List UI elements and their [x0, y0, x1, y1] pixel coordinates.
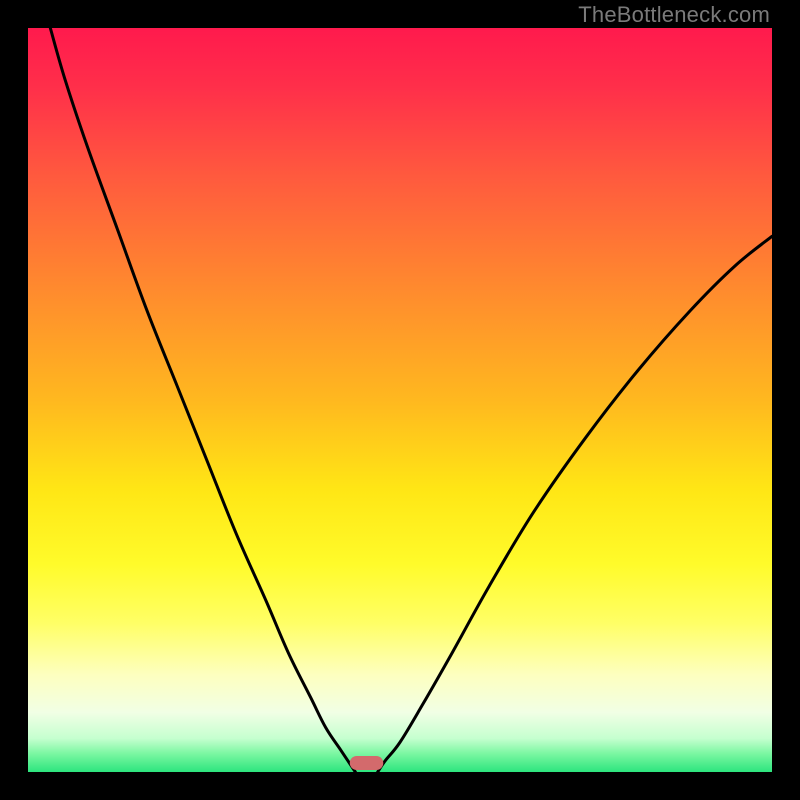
plot-area	[28, 28, 772, 772]
bottleneck-marker	[350, 756, 383, 770]
bottleneck-marker-pill	[350, 756, 383, 770]
watermark-text: TheBottleneck.com	[578, 2, 770, 28]
gradient-background	[28, 28, 772, 772]
plot-svg	[28, 28, 772, 772]
chart-frame: TheBottleneck.com	[0, 0, 800, 800]
